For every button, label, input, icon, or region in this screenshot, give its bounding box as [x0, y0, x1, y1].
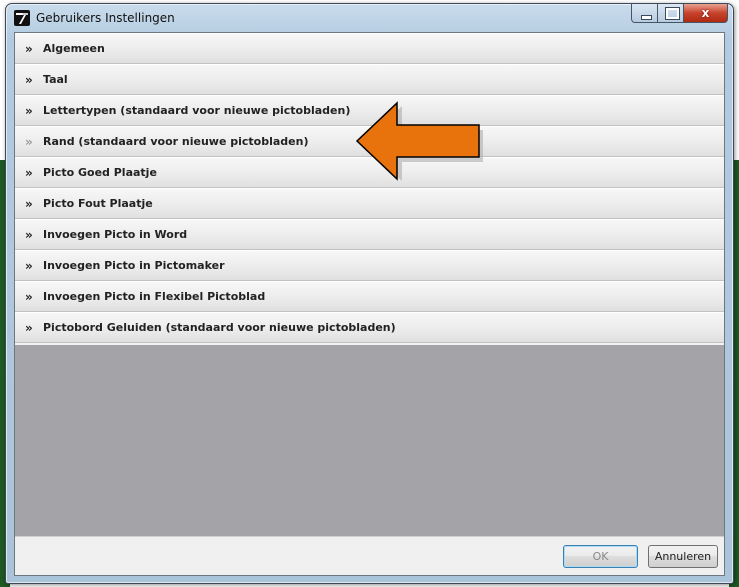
panel-pictobord-geluiden[interactable]: » Pictobord Geluiden (standaard voor nie…: [15, 312, 724, 345]
panel-invoegen-word[interactable]: » Invoegen Picto in Word: [15, 219, 724, 252]
ok-button[interactable]: OK: [563, 545, 638, 568]
maximize-icon: [665, 7, 680, 20]
panel-label: Pictobord Geluiden (standaard voor nieuw…: [43, 321, 396, 334]
expand-chevron-icon: »: [25, 290, 33, 304]
expand-chevron-icon: »: [25, 135, 33, 149]
expand-chevron-icon: »: [25, 259, 33, 273]
panel-label: Taal: [43, 73, 68, 86]
panel-label: Algemeen: [43, 42, 105, 55]
cancel-button[interactable]: Annuleren: [648, 545, 718, 568]
minimize-icon: [641, 15, 652, 20]
minimize-button[interactable]: [631, 4, 658, 23]
expand-chevron-icon: »: [25, 42, 33, 56]
panel-taal[interactable]: » Taal: [15, 64, 724, 97]
close-icon: x: [701, 6, 710, 20]
panel-label: Invoegen Picto in Pictomaker: [43, 259, 225, 272]
panel-label: Picto Goed Plaatje: [43, 166, 157, 179]
panel-invoegen-flexibel-pictoblad[interactable]: » Invoegen Picto in Flexibel Pictoblad: [15, 281, 724, 314]
expand-chevron-icon: »: [25, 166, 33, 180]
expand-chevron-icon: »: [25, 228, 33, 242]
orange-left-arrow-icon: [355, 101, 483, 181]
window-title: Gebruikers Instellingen: [36, 11, 175, 25]
panel-picto-fout-plaatje[interactable]: » Picto Fout Plaatje: [15, 188, 724, 221]
expand-chevron-icon: »: [25, 73, 33, 87]
panel-label: Lettertypen (standaard voor nieuwe picto…: [43, 104, 351, 117]
title-bar[interactable]: Gebruikers Instellingen x: [6, 4, 733, 32]
app-logo-icon: [14, 10, 30, 26]
window-controls: x: [631, 4, 728, 24]
expand-chevron-icon: »: [25, 321, 33, 335]
settings-panel-list: » Algemeen » Taal » Lettertypen (standaa…: [15, 33, 724, 345]
close-button[interactable]: x: [684, 4, 728, 23]
expand-chevron-icon: »: [25, 104, 33, 118]
dialog-footer: OK Annuleren: [15, 536, 724, 575]
panel-label: Picto Fout Plaatje: [43, 197, 153, 210]
panel-label: Invoegen Picto in Word: [43, 228, 188, 241]
settings-window: Gebruikers Instellingen x » Algemeen » T…: [5, 3, 734, 584]
expand-chevron-icon: »: [25, 197, 33, 211]
panel-label: Rand (standaard voor nieuwe pictobladen): [43, 135, 309, 148]
client-area: » Algemeen » Taal » Lettertypen (standaa…: [14, 32, 725, 576]
panel-invoegen-pictomaker[interactable]: » Invoegen Picto in Pictomaker: [15, 250, 724, 283]
panel-label: Invoegen Picto in Flexibel Pictoblad: [43, 290, 266, 303]
panel-algemeen[interactable]: » Algemeen: [15, 33, 724, 66]
maximize-button[interactable]: [658, 4, 684, 23]
